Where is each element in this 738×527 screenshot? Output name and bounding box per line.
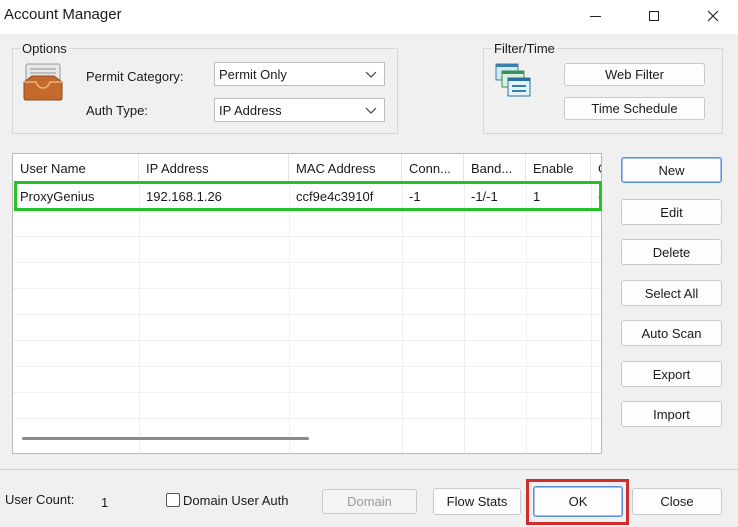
auto-scan-button[interactable]: Auto Scan — [621, 320, 722, 346]
close-button[interactable]: Close — [632, 488, 722, 515]
auth-type-label: Auth Type: — [86, 103, 148, 118]
grid-divider — [13, 418, 601, 419]
column-header-group[interactable]: G — [591, 154, 601, 182]
table-header: User Name IP Address MAC Address Conn...… — [13, 154, 601, 183]
flow-stats-button[interactable]: Flow Stats — [433, 488, 521, 515]
permit-category-label: Permit Category: — [86, 69, 184, 84]
grid-divider — [526, 182, 527, 453]
grid-divider — [289, 182, 290, 453]
grid-divider — [13, 236, 601, 237]
column-header-connections[interactable]: Conn... — [402, 154, 464, 182]
domain-user-auth-checkbox[interactable] — [166, 493, 180, 507]
options-group-label: Options — [20, 41, 69, 56]
column-header-enable[interactable]: Enable — [526, 154, 591, 182]
grid-divider — [13, 392, 601, 393]
ok-highlight-box — [526, 479, 629, 525]
chevron-down-icon — [365, 107, 377, 114]
new-button[interactable]: New — [621, 157, 722, 183]
grid-divider — [13, 262, 601, 263]
grid-divider — [13, 314, 601, 315]
close-window-button[interactable] — [690, 0, 736, 32]
grid-divider — [139, 182, 140, 453]
export-button[interactable]: Export — [621, 361, 722, 387]
edit-button[interactable]: Edit — [621, 199, 722, 225]
permit-category-value: Permit Only — [219, 66, 287, 82]
grid-divider — [464, 182, 465, 453]
grid-divider — [402, 182, 403, 453]
grid-divider — [13, 366, 601, 367]
close-icon — [707, 10, 719, 22]
grid-divider — [13, 288, 601, 289]
column-header-mac-address[interactable]: MAC Address — [289, 154, 402, 182]
time-schedule-button[interactable]: Time Schedule — [564, 97, 705, 120]
filter-time-group-label: Filter/Time — [492, 41, 557, 56]
permit-category-select[interactable]: Permit Only — [214, 62, 385, 86]
maximize-icon — [649, 11, 659, 21]
minimize-icon — [589, 15, 601, 17]
auth-type-select[interactable]: IP Address — [214, 98, 385, 122]
window-title: Account Manager — [4, 6, 122, 23]
column-header-user-name[interactable]: User Name — [13, 154, 139, 182]
footer-separator — [0, 469, 738, 470]
grid-divider — [13, 340, 601, 341]
maximize-button[interactable] — [631, 0, 677, 32]
select-all-button[interactable]: Select All — [621, 280, 722, 306]
delete-button[interactable]: Delete — [621, 239, 722, 265]
horizontal-scrollbar[interactable] — [22, 437, 309, 440]
domain-user-auth-label: Domain User Auth — [183, 493, 289, 508]
column-header-bandwidth[interactable]: Band... — [464, 154, 526, 182]
auth-type-value: IP Address — [219, 102, 282, 118]
domain-button[interactable]: Domain — [322, 489, 417, 514]
title-bar: Account Manager — [0, 0, 738, 34]
chevron-down-icon — [365, 71, 377, 78]
row-highlight-box — [14, 181, 602, 211]
windows-stack-icon — [495, 63, 531, 97]
minimize-button[interactable] — [572, 0, 618, 32]
grid-divider — [591, 182, 592, 453]
column-header-ip-address[interactable]: IP Address — [139, 154, 289, 182]
user-count-value: 1 — [101, 495, 109, 510]
inbox-tray-icon — [23, 63, 63, 101]
web-filter-button[interactable]: Web Filter — [564, 63, 705, 86]
user-count-label: User Count: — [5, 492, 75, 507]
import-button[interactable]: Import — [621, 401, 722, 427]
